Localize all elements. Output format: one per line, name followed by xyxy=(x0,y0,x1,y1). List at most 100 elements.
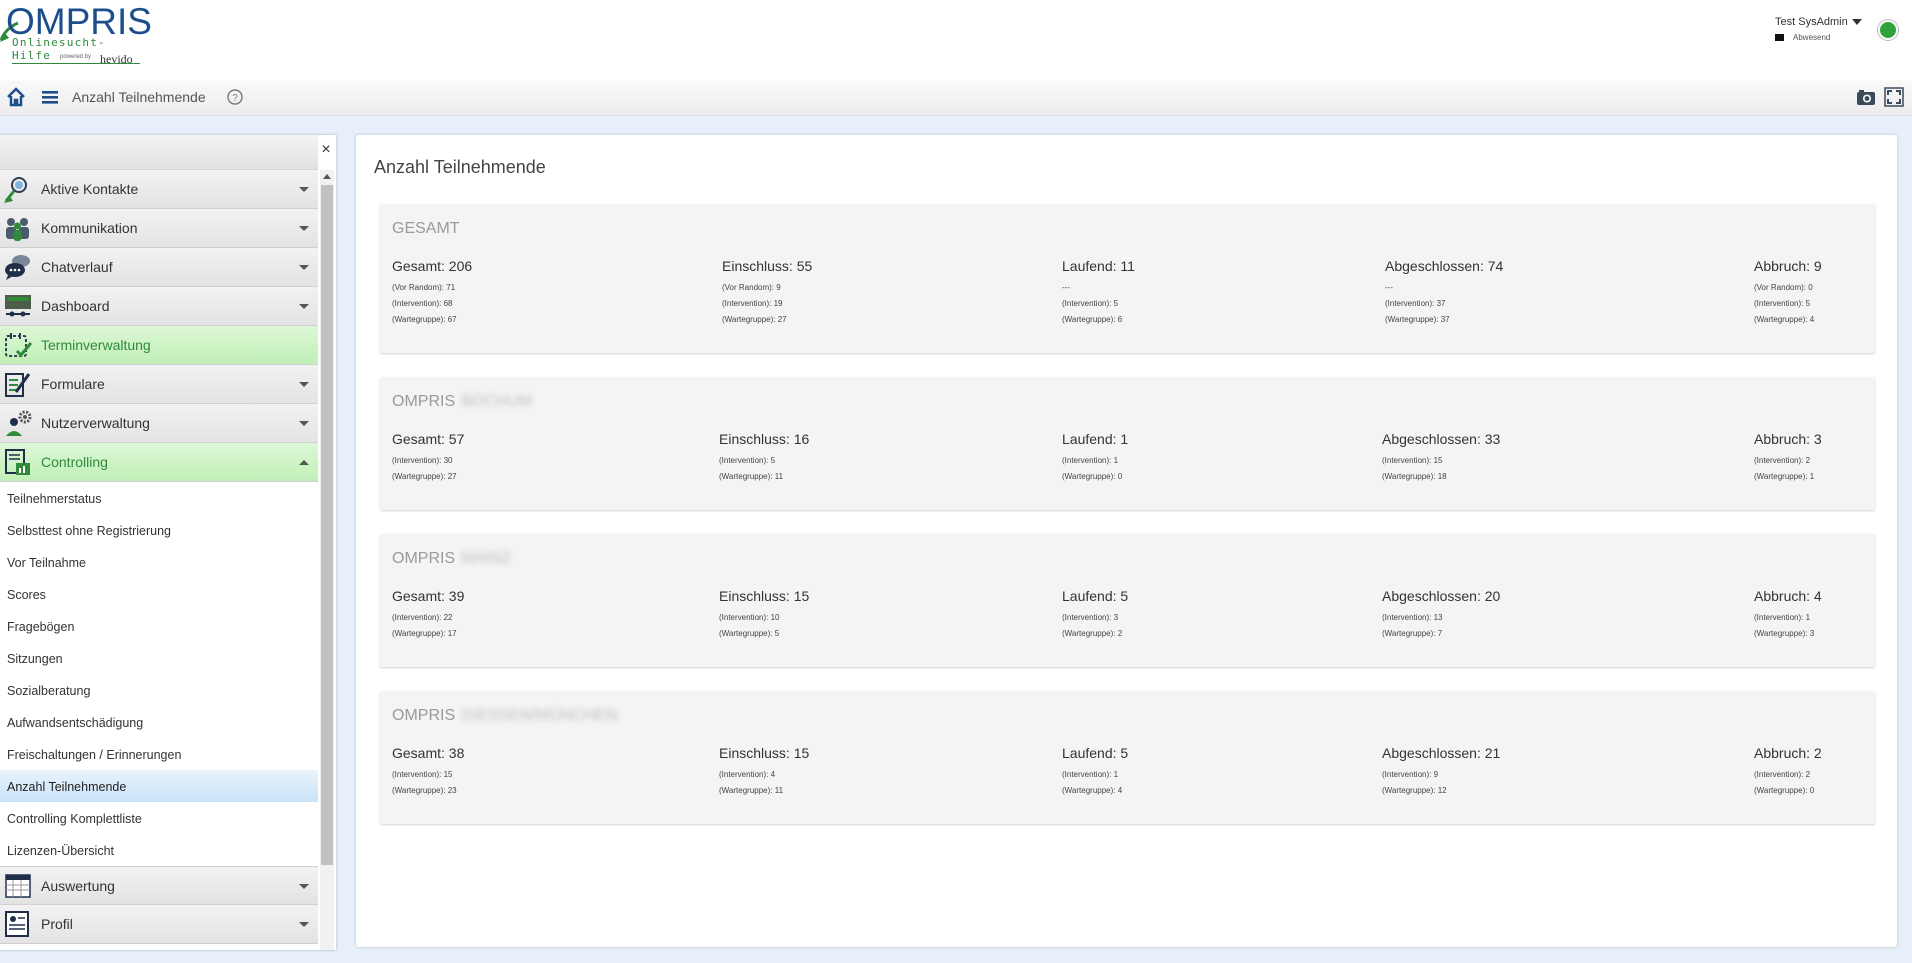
stats-card-diessen-muenchen: OMPRIS DIESSEN/MÜNCHEN Gesamt: 38 (Interv… xyxy=(380,691,1875,824)
sidebar-close-button[interactable]: × xyxy=(318,141,334,159)
scroll-up-icon[interactable] xyxy=(323,174,331,179)
sidebar-item-aktive-kontakte[interactable]: Aktive Kontakte xyxy=(0,170,318,209)
sidebar-item-label: Profil xyxy=(41,916,73,932)
menu-icon[interactable] xyxy=(39,86,61,108)
sidebar-subitem-aufwandsentschaedigung[interactable]: Aufwandsentschädigung xyxy=(0,706,318,738)
stat-sub: (Wartegruppe): 37 xyxy=(1385,315,1450,324)
chevron-down-icon xyxy=(299,187,309,192)
user-menu[interactable]: Test SysAdmin Abwesend xyxy=(1775,16,1862,42)
stat-sub: (Intervention): 13 xyxy=(1382,613,1443,622)
card-title-text: GESAMT xyxy=(392,220,460,237)
sidebar-item-label: Terminverwaltung xyxy=(41,337,151,353)
chevron-down-icon xyxy=(299,421,309,426)
sidebar-item-auswertung[interactable]: Auswertung xyxy=(0,866,318,905)
stats-card-mainz: OMPRIS MAINZ Gesamt: 39 (Intervention): 2… xyxy=(380,534,1875,667)
stat-head: Einschluss: 15 xyxy=(719,588,810,604)
stat-sub: (Intervention): 3 xyxy=(1062,613,1119,622)
logo-hevido-text: hevido xyxy=(100,52,133,66)
sidebar-item-chatverlauf[interactable]: Chatverlauf xyxy=(0,248,318,287)
stat-sub: (Wartegruppe): 4 xyxy=(1754,315,1815,324)
card-title: OMPRIS DIESSEN/MÜNCHEN xyxy=(392,707,618,725)
sidebar-item-controlling[interactable]: Controlling xyxy=(0,443,318,482)
form-icon xyxy=(5,373,31,397)
stat-sub: (Wartegruppe): 4 xyxy=(1062,786,1123,795)
stat-sub: (Intervention): 68 xyxy=(392,299,453,308)
stat-laufend: Laufend: 1 (Intervention): 1 (Wartegrupp… xyxy=(1062,431,1128,485)
stats-card-gesamt: GESAMT Gesamt: 206 (Vor Random): 71 (Int… xyxy=(380,204,1875,353)
stat-sub: (Wartegruppe): 5 xyxy=(719,629,780,638)
card-title: OMPRIS MAINZ xyxy=(392,550,511,568)
sidebar-item-kommunikation[interactable]: Kommunikation xyxy=(0,209,318,248)
sidebar-subitem-vor-teilnahme[interactable]: Vor Teilnahme xyxy=(0,546,318,578)
stat-sub: (Intervention): 5 xyxy=(1754,299,1811,308)
stat-sub: (Intervention): 9 xyxy=(1382,770,1439,779)
stat-head: Abgeschlossen: 33 xyxy=(1382,431,1501,447)
sidebar-item-nutzerverwaltung[interactable]: Nutzerverwaltung xyxy=(0,404,318,443)
stat-sub: (Intervention): 1 xyxy=(1754,613,1811,622)
sidebar-item-label: Nutzerverwaltung xyxy=(41,415,150,431)
card-title-text: OMPRIS xyxy=(392,550,456,567)
toolbar-title: Anzahl Teilnehmende xyxy=(72,89,206,105)
fullscreen-icon[interactable] xyxy=(1883,86,1905,108)
stat-sub: (Wartegruppe): 18 xyxy=(1382,472,1447,481)
ompris-logo[interactable]: OMPRIS Onlinesucht-Hilfe powered by hevi… xyxy=(0,2,152,70)
sidebar-subitem-frageboegen[interactable]: Fragebögen xyxy=(0,610,318,642)
sidebar-item-profil[interactable]: Profil xyxy=(0,905,318,944)
sidebar-subitem-lizenzen[interactable]: Lizenzen-Übersicht xyxy=(0,834,318,866)
sidebar-scrollbar[interactable] xyxy=(320,170,334,950)
stat-einschluss: Einschluss: 15 (Intervention): 4 (Warteg… xyxy=(719,745,809,799)
card-title-text: OMPRIS xyxy=(392,707,456,724)
stat-abgeschlossen: Abgeschlossen: 21 (Intervention): 9 (War… xyxy=(1382,745,1500,799)
sidebar-item-label: Auswertung xyxy=(41,878,115,894)
help-icon[interactable]: ? xyxy=(224,86,246,108)
sidebar-item-dashboard[interactable]: Dashboard xyxy=(0,287,318,326)
stat-abbruch: Abbruch: 3 (Intervention): 2 (Wartegrupp… xyxy=(1754,431,1822,485)
stat-abgeschlossen: Abgeschlossen: 33 (Intervention): 15 (Wa… xyxy=(1382,431,1500,485)
chevron-down-icon xyxy=(299,226,309,231)
chevron-down-icon xyxy=(299,265,309,270)
sidebar-item-terminverwaltung[interactable]: Terminverwaltung xyxy=(0,326,318,365)
sidebar-subitem-komplettliste[interactable]: Controlling Komplettliste xyxy=(0,802,318,834)
scrollbar-thumb[interactable] xyxy=(321,185,333,865)
stat-sub: (Intervention): 15 xyxy=(392,770,453,779)
stat-sub: (Wartegruppe): 6 xyxy=(1062,315,1123,324)
stat-gesamt: Gesamt: 38 (Intervention): 15 (Wartegrup… xyxy=(392,745,464,799)
sidebar-header xyxy=(0,135,318,170)
user-gear-icon xyxy=(6,410,32,436)
stat-head: Gesamt: 206 xyxy=(392,258,473,274)
sidebar-item-formulare[interactable]: Formulare xyxy=(0,365,318,404)
stat-sub: (Vor Random): 9 xyxy=(722,283,781,292)
home-icon[interactable] xyxy=(5,86,27,108)
stat-sub: (Wartegruppe): 17 xyxy=(392,629,457,638)
stat-head: Einschluss: 15 xyxy=(719,745,810,761)
card-title: GESAMT xyxy=(392,220,460,238)
sidebar-subitem-teilnehmerstatus[interactable]: Teilnehmerstatus xyxy=(0,482,318,514)
stat-head: Gesamt: 38 xyxy=(392,745,465,761)
stat-laufend: Laufend: 5 (Intervention): 1 (Wartegrupp… xyxy=(1062,745,1128,799)
sidebar-subitem-scores[interactable]: Scores xyxy=(0,578,318,610)
chat-icon xyxy=(5,255,30,280)
stat-sub: (Intervention): 2 xyxy=(1754,770,1811,779)
stat-head: Gesamt: 57 xyxy=(392,431,465,447)
svg-text:?: ? xyxy=(232,93,238,104)
user-name-dropdown[interactable]: Test SysAdmin xyxy=(1775,16,1862,28)
sidebar-subitem-freischaltungen[interactable]: Freischaltungen / Erinnerungen xyxy=(0,738,318,770)
card-title: OMPRIS BOCHUM xyxy=(392,393,532,411)
stat-head: Abbruch: 9 xyxy=(1754,258,1822,274)
stat-sub: (Intervention): 22 xyxy=(392,613,453,622)
stat-sub: (Wartegruppe): 0 xyxy=(1062,472,1123,481)
stat-sub: (Intervention): 15 xyxy=(1382,456,1443,465)
stat-head: Abgeschlossen: 20 xyxy=(1382,588,1501,604)
sidebar-subitem-sitzungen[interactable]: Sitzungen xyxy=(0,642,318,674)
stat-einschluss: Einschluss: 15 (Intervention): 10 (Warte… xyxy=(719,588,809,642)
camera-icon[interactable] xyxy=(1855,86,1877,108)
stat-sub: (Intervention): 10 xyxy=(719,613,780,622)
sidebar-subitem-selbsttest[interactable]: Selbsttest ohne Registrierung xyxy=(0,514,318,546)
profile-icon xyxy=(5,911,29,937)
sidebar-item-label: Dashboard xyxy=(41,298,110,314)
online-status-indicator[interactable] xyxy=(1878,20,1898,40)
sidebar-subitem-sozialberatung[interactable]: Sozialberatung xyxy=(0,674,318,706)
sidebar-item-label: Chatverlauf xyxy=(41,259,113,275)
sidebar-subitem-anzahl-teilnehmende[interactable]: Anzahl Teilnehmende xyxy=(0,770,318,802)
stat-sub: (Wartegruppe): 3 xyxy=(1754,629,1815,638)
